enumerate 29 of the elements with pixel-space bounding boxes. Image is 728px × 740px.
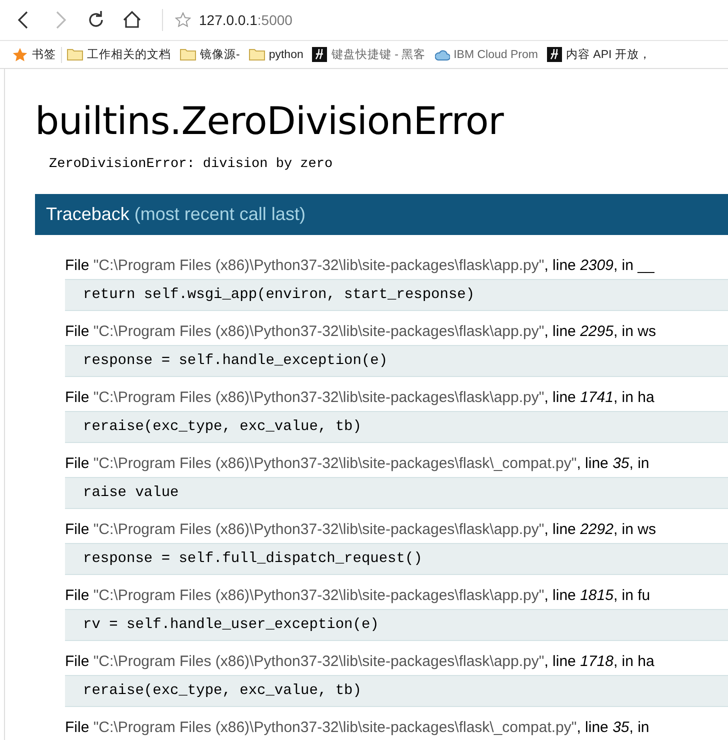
frame-location: File "C:\Program Files (x86)\Python37-32\lib\site-packages\flask\app.py", line 1741, in ha [65,388,656,408]
frame-location: File "C:\Program Files (x86)\Python37-32\lib\site-packages\flask\app.py", line 1718, in ha [65,652,656,672]
frame-location: File "C:\Program Files (x86)\Python37-32\lib\site-packages\flask\app.py", line 1815, in fu [65,586,652,606]
traceback-header: Traceback (most recent call last) [35,194,728,235]
frame-location: File "C:\Program Files (x86)\Python37-32\lib\site-packages\flask\app.py", line 2295, in ws [65,322,657,342]
folder-icon [180,48,196,61]
bookmark-item[interactable]: 键盘快捷键 - 黑客 [331,47,426,62]
address-field[interactable]: 127.0.0.1:5000 [199,12,292,28]
folder-icon [248,48,265,61]
bookmark-item[interactable]: 工作相关的文档 [87,47,171,62]
reload-icon[interactable] [86,10,106,30]
bookmark-item[interactable]: IBM Cloud Prom [454,48,538,60]
error-title: builtins.ZeroDivisionError [35,99,505,143]
bookmark-item[interactable]: 内容 API 开放， [566,47,651,62]
bookmark-item[interactable]: 书签 [32,47,56,62]
bookmark-star-icon[interactable] [175,12,191,28]
cloud-logo-icon [434,48,450,60]
folder-icon [67,48,83,61]
frame-location: File "C:\Program Files (x86)\Python37-32\lib\site-packages\flask\_compat.py", line 35, in [65,454,650,474]
site-logo-icon [546,47,562,62]
error-message: ZeroDivisionError: division by zero [49,157,334,172]
bookmark-item[interactable]: 镜像源- [200,47,240,62]
frame-location: File "C:\Program Files (x86)\Python37-32\lib\site-packages\flask\app.py", line 2309, in __ [65,256,656,276]
bookmark-item[interactable]: python [268,48,304,60]
home-icon[interactable] [122,10,142,30]
frame-location: File "C:\Program Files (x86)\Python37-32\lib\site-packages\flask\app.py", line 2292, in ws [65,520,657,540]
frame-location: File "C:\Program Files (x86)\Python37-32\lib\site-packages\flask\_compat.py", line 35, in [65,718,650,738]
star-icon [12,46,28,62]
site-logo-icon [312,47,328,62]
